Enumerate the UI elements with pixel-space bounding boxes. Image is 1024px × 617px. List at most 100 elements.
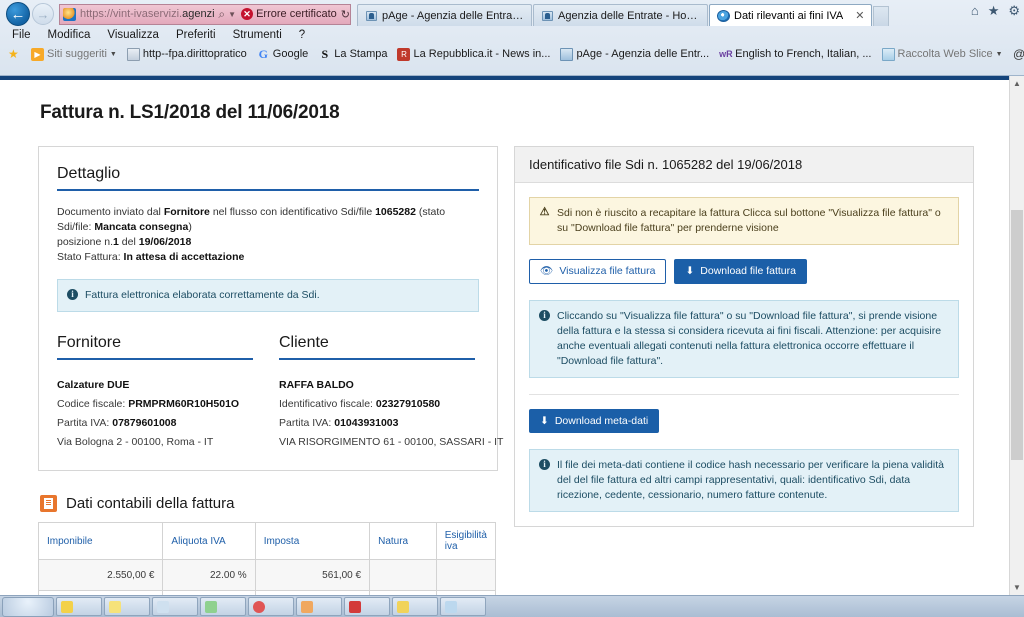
section-divider [529, 393, 959, 395]
agenzia-entrate-favicon [541, 10, 554, 22]
windows-taskbar [0, 595, 1024, 617]
fornitore-piva-label: Partita IVA: [57, 417, 113, 429]
cliente-heading: Cliente [279, 334, 475, 360]
file-fattura-info-alert: i Cliccando su "Visualizza file fattura"… [529, 299, 959, 378]
dettaglio-stato-fattura: In attesa di accettazione [123, 251, 245, 263]
dettaglio-text-4: ) [188, 221, 192, 233]
dettaglio-text-2: nel flusso con identificativo Sdi/file [209, 206, 376, 218]
settings-gear-icon[interactable]: ⚙ [1008, 4, 1020, 17]
favorites-star-icon[interactable]: ★ [988, 4, 1000, 17]
la-stampa-icon: S [321, 46, 329, 61]
fornitore-address: Via Bologna 2 - 00100, Roma - IT [57, 436, 214, 448]
tab-page-2[interactable]: Agenzia delle Entrate - Home ... [533, 4, 708, 26]
bookmark-google[interactable]: G Google [257, 46, 309, 61]
start-button[interactable] [2, 596, 54, 617]
forward-arrow-icon[interactable]: → [32, 3, 54, 25]
taskbar-item[interactable] [104, 597, 150, 616]
address-bar[interactable]: https://vint-ivaservizi.agenziaentrat...… [59, 3, 351, 25]
scroll-down-button[interactable]: ▼ [1010, 580, 1024, 595]
download-icon: ⬇ [540, 414, 549, 427]
document-icon [40, 495, 57, 512]
info-icon: i [539, 459, 550, 470]
refresh-icon[interactable]: ↻ [341, 8, 350, 21]
google-icon: G [258, 46, 268, 61]
table-header-row: Imponibile Aliquota IVA Imposta Natura E… [37, 522, 497, 560]
table-row: 2.550,00 € 22.00 % 561,00 € [37, 559, 497, 591]
favorites-star-icon[interactable]: ★ [8, 47, 21, 61]
taskbar-item[interactable] [344, 597, 390, 616]
bookmark-raccolta-web-slice[interactable]: Raccolta Web Slice ▼ [881, 47, 1003, 61]
web-slice-icon [881, 47, 895, 61]
menu-item-modifica[interactable]: Modifica [48, 29, 91, 41]
menu-item-help[interactable]: ? [299, 29, 305, 41]
bookmark-postoffice[interactable]: @ PostOffice [1013, 46, 1024, 61]
url-prefix: https://vint-ivaservizi. [80, 8, 183, 20]
sdi-delivery-warning-text: Sdi non è riuscito a recapitare la fattu… [557, 207, 941, 234]
home-icon[interactable]: ⌂ [971, 4, 979, 17]
cliente-idf-label: Identificativo fiscale: [279, 398, 376, 410]
scrollbar-thumb[interactable] [1011, 210, 1023, 460]
search-icon[interactable]: ⌕ [218, 7, 225, 22]
taskbar-item[interactable] [440, 597, 486, 616]
scroll-up-button[interactable]: ▲ [1010, 76, 1024, 91]
cliente-piva-value: 01043931003 [334, 417, 399, 429]
sdi-file-card-header: Identificativo file Sdi n. 1065282 del 1… [515, 147, 973, 183]
menu-item-preferiti[interactable]: Preferiti [176, 29, 216, 41]
page-scrollbar[interactable]: ▲ ▼ [1009, 76, 1024, 595]
dettaglio-card: Dettaglio Documento inviato dal Fornitor… [38, 146, 503, 471]
browser-tools: ⌂ ★ ⚙ [971, 4, 1020, 17]
tab-label: Agenzia delle Entrate - Home ... [558, 9, 700, 22]
tab-page-3-active[interactable]: Dati rilevanti ai fini IVA ✕ [709, 4, 873, 26]
bookmark-la-repubblica[interactable]: R La Repubblica.it - News in... [397, 47, 550, 61]
at-icon: @ [1013, 46, 1024, 61]
browser-chrome: ← → https://vint-ivaservizi.agenziaentra… [0, 0, 1024, 76]
content-columns: Dettaglio Documento inviato dal Fornitor… [37, 146, 1009, 595]
taskbar-item[interactable] [56, 597, 102, 616]
taskbar-item[interactable] [152, 597, 198, 616]
agenzia-entrate-favicon [365, 10, 378, 22]
close-icon: ✕ [241, 8, 254, 20]
download-meta-dati-button[interactable]: ⬇ Download meta-dati [529, 408, 660, 433]
column-header-imponibile: Imponibile [37, 522, 164, 560]
new-tab-button[interactable] [873, 6, 890, 26]
taskbar-item[interactable] [248, 597, 294, 616]
column-header-esigibilita-iva: Esigibilità iva [435, 522, 497, 560]
visualizza-file-fattura-button[interactable]: 👁 Visualizza file fattura [529, 259, 667, 284]
bookmarks-bar: ★ ▶ Siti suggeriti ▼ http--fpa.dirittopr… [0, 44, 1024, 64]
dettaglio-text-5: posizione n. [57, 236, 114, 248]
bookmark-la-stampa[interactable]: S La Stampa [318, 46, 387, 61]
bookmark-dirittopratico[interactable]: http--fpa.dirittopratico [126, 47, 247, 61]
bookmark-siti-suggeriti[interactable]: ▶ Siti suggeriti ▼ [31, 47, 117, 61]
menu-item-file[interactable]: File [12, 29, 31, 41]
play-icon: ▶ [31, 47, 44, 61]
meta-dati-button-label: Download meta-dati [554, 414, 649, 427]
cliente-piva-label: Partita IVA: [279, 417, 335, 429]
taskbar-item[interactable] [296, 597, 342, 616]
chevron-down-icon: ▼ [109, 50, 117, 58]
cell-imposta: 561,00 € [254, 559, 371, 591]
sdi-processed-alert-text: Fattura elettronica elaborata correttame… [85, 289, 320, 301]
page-top-border [0, 76, 1009, 80]
dettaglio-text-7: Stato Fattura: [57, 251, 124, 263]
dati-contabili-table: Imponibile Aliquota IVA Imposta Natura E… [37, 522, 497, 595]
taskbar-item[interactable] [200, 597, 246, 616]
tab-page-1[interactable]: pAge - Agenzia delle Entrate H... [357, 4, 532, 26]
menu-item-visualizza[interactable]: Visualizza [107, 29, 159, 41]
fornitore-cf-label: Codice fiscale: [57, 398, 129, 410]
close-icon[interactable]: ✕ [855, 9, 864, 22]
info-icon: i [67, 289, 78, 300]
dettaglio-text-1: Documento inviato dal [57, 206, 164, 218]
browser-toolbar-row: ← → https://vint-ivaservizi.agenziaentra… [0, 0, 1024, 26]
menu-item-strumenti[interactable]: Strumenti [233, 29, 282, 41]
fornitore-name-value: Calzature DUE [57, 379, 130, 391]
fornitore-partita-iva: Partita IVA: 07879601008 [57, 414, 253, 433]
chevron-down-icon[interactable]: ▼ [228, 10, 236, 19]
taskbar-item[interactable] [392, 597, 438, 616]
certificate-error-badge[interactable]: ✕ Errore certificato [241, 8, 337, 20]
left-column: Dettaglio Documento inviato dal Fornitor… [37, 146, 503, 595]
fornitore-name: Calzature DUE [57, 376, 253, 395]
download-file-fattura-button[interactable]: ⬇ Download file fattura [674, 259, 807, 284]
bookmark-page-agenzia[interactable]: pAge - Agenzia delle Entr... [560, 47, 709, 61]
back-arrow-icon[interactable]: ← [6, 2, 30, 26]
bookmark-wordreference[interactable]: wR English to French, Italian, ... [719, 48, 871, 61]
